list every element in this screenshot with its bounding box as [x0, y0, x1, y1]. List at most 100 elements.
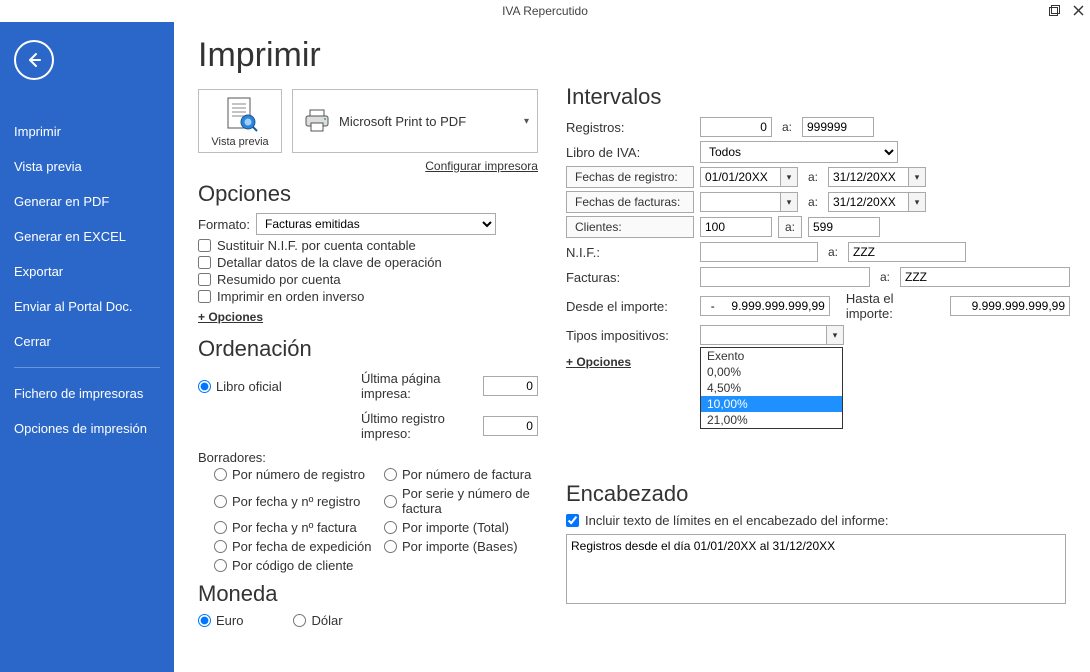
radio-codigo-cliente-label: Por código de cliente: [232, 558, 353, 573]
ff-from-dd[interactable]: ▾: [780, 192, 798, 212]
ff-to-dd[interactable]: ▾: [908, 192, 926, 212]
tipos-opt-0[interactable]: Exento: [701, 348, 842, 364]
chk-resumido-cuenta[interactable]: [198, 273, 211, 286]
chk-incluir-limites-label: Incluir texto de límites en el encabezad…: [585, 513, 889, 528]
sidebar-item-fichero-impresoras[interactable]: Fichero de impresoras: [0, 376, 174, 411]
tipos-opt-2[interactable]: 4,50%: [701, 380, 842, 396]
tipos-input[interactable]: [700, 325, 826, 345]
libro-iva-select[interactable]: Todos: [700, 141, 898, 163]
registros-from-input[interactable]: [700, 117, 772, 137]
opciones-more-link[interactable]: + Opciones: [198, 310, 263, 324]
sidebar-item-opciones-impresion[interactable]: Opciones de impresión: [0, 411, 174, 446]
radio-importe-total-label: Por importe (Total): [402, 520, 509, 535]
chk-resumido-cuenta-label: Resumido por cuenta: [217, 272, 341, 287]
back-button[interactable]: [14, 40, 54, 80]
chk-detallar-clave-label: Detallar datos de la clave de operación: [217, 255, 442, 270]
chk-orden-inverso-label: Imprimir en orden inverso: [217, 289, 364, 304]
ff-from-input[interactable]: [700, 192, 780, 212]
radio-serie-factura[interactable]: [384, 495, 397, 508]
facturas-to-input[interactable]: [900, 267, 1070, 287]
ultimo-registro-input[interactable]: [483, 416, 538, 436]
radio-num-factura[interactable]: [384, 468, 397, 481]
tipos-label: Tipos impositivos:: [566, 328, 694, 343]
radio-fecha-registro[interactable]: [214, 495, 227, 508]
vista-previa-button[interactable]: Vista previa: [198, 89, 282, 153]
fr-from-input[interactable]: [700, 167, 780, 187]
radio-num-registro[interactable]: [214, 468, 227, 481]
radio-codigo-cliente[interactable]: [214, 559, 227, 572]
chk-detallar-clave[interactable]: [198, 256, 211, 269]
radio-libro-oficial-label: Libro oficial: [216, 379, 282, 394]
radio-importe-total[interactable]: [384, 521, 397, 534]
fechas-registro-button[interactable]: Fechas de registro:: [566, 166, 694, 188]
chevron-down-icon: ▾: [524, 116, 529, 127]
radio-serie-factura-label: Por serie y número de factura: [402, 486, 538, 516]
chk-orden-inverso[interactable]: [198, 290, 211, 303]
tipos-dropdown-list[interactable]: Exento 0,00% 4,50% 10,00% 21,00%: [700, 347, 843, 429]
close-icon[interactable]: [1070, 2, 1086, 18]
radio-euro-label: Euro: [216, 613, 243, 628]
sidebar-item-exportar[interactable]: Exportar: [0, 254, 174, 289]
clientes-button[interactable]: Clientes:: [566, 216, 694, 238]
sep-a-3: a:: [804, 195, 822, 209]
sidebar-item-enviar-portal[interactable]: Enviar al Portal Doc.: [0, 289, 174, 324]
facturas-label: Facturas:: [566, 270, 694, 285]
fr-to-input[interactable]: [828, 167, 908, 187]
chk-incluir-limites[interactable]: [566, 514, 579, 527]
registros-label: Registros:: [566, 120, 694, 135]
clientes-from-input[interactable]: [700, 217, 772, 237]
chk-sustituir-nif[interactable]: [198, 239, 211, 252]
titlebar: IVA Repercutido: [0, 0, 1090, 22]
tipos-opt-3[interactable]: 10,00%: [701, 396, 842, 412]
restore-icon[interactable]: [1046, 2, 1062, 18]
printer-select[interactable]: Microsoft Print to PDF ▾: [292, 89, 538, 153]
fr-to-dd[interactable]: ▾: [908, 167, 926, 187]
formato-select[interactable]: Facturas emitidas: [256, 213, 496, 235]
ultima-pagina-input[interactable]: [483, 376, 538, 396]
nif-label: N.I.F.:: [566, 245, 694, 260]
sep-a: a:: [778, 120, 796, 134]
radio-importe-bases[interactable]: [384, 540, 397, 553]
sidebar-item-generar-excel[interactable]: Generar en EXCEL: [0, 219, 174, 254]
tipos-dd[interactable]: ▾: [826, 325, 844, 345]
facturas-from-input[interactable]: [700, 267, 870, 287]
radio-fecha-factura-label: Por fecha y nº factura: [232, 520, 357, 535]
clientes-to-input[interactable]: [808, 217, 880, 237]
page-title: Imprimir: [198, 36, 538, 75]
printer-name: Microsoft Print to PDF: [339, 114, 466, 129]
radio-libro-oficial[interactable]: [198, 380, 211, 393]
sidebar-item-cerrar[interactable]: Cerrar: [0, 324, 174, 359]
configurar-impresora-link[interactable]: Configurar impresora: [198, 159, 538, 173]
encabezado-heading: Encabezado: [566, 481, 1070, 507]
sidebar-item-generar-pdf[interactable]: Generar en PDF: [0, 184, 174, 219]
printer-icon: [303, 109, 331, 133]
radio-euro[interactable]: [198, 614, 211, 627]
nif-from-input[interactable]: [700, 242, 818, 262]
nif-to-input[interactable]: [848, 242, 966, 262]
tipos-opt-1[interactable]: 0,00%: [701, 364, 842, 380]
libro-iva-label: Libro de IVA:: [566, 145, 694, 160]
fechas-facturas-button[interactable]: Fechas de facturas:: [566, 191, 694, 213]
radio-dolar[interactable]: [293, 614, 306, 627]
ordenacion-heading: Ordenación: [198, 336, 538, 362]
radio-num-registro-label: Por número de registro: [232, 467, 365, 482]
clientes-a-button[interactable]: a:: [778, 216, 802, 238]
tipos-opt-4[interactable]: 21,00%: [701, 412, 842, 428]
intervalos-more-link[interactable]: + Opciones: [566, 355, 631, 369]
intervalos-heading: Intervalos: [566, 84, 1070, 110]
sidebar-divider: [14, 367, 160, 368]
sidebar-item-imprimir[interactable]: Imprimir: [0, 114, 174, 149]
document-preview-icon: [222, 96, 258, 136]
desde-importe-input[interactable]: [700, 296, 830, 316]
ff-to-input[interactable]: [828, 192, 908, 212]
registros-to-input[interactable]: [802, 117, 874, 137]
hasta-importe-input[interactable]: [950, 296, 1070, 316]
encabezado-textarea[interactable]: [566, 534, 1066, 604]
radio-fecha-factura[interactable]: [214, 521, 227, 534]
fr-from-dd[interactable]: ▾: [780, 167, 798, 187]
opciones-heading: Opciones: [198, 181, 538, 207]
radio-fecha-expedicion[interactable]: [214, 540, 227, 553]
sidebar-item-vista-previa[interactable]: Vista previa: [0, 149, 174, 184]
moneda-heading: Moneda: [198, 581, 538, 607]
sep-a-4: a:: [824, 245, 842, 259]
